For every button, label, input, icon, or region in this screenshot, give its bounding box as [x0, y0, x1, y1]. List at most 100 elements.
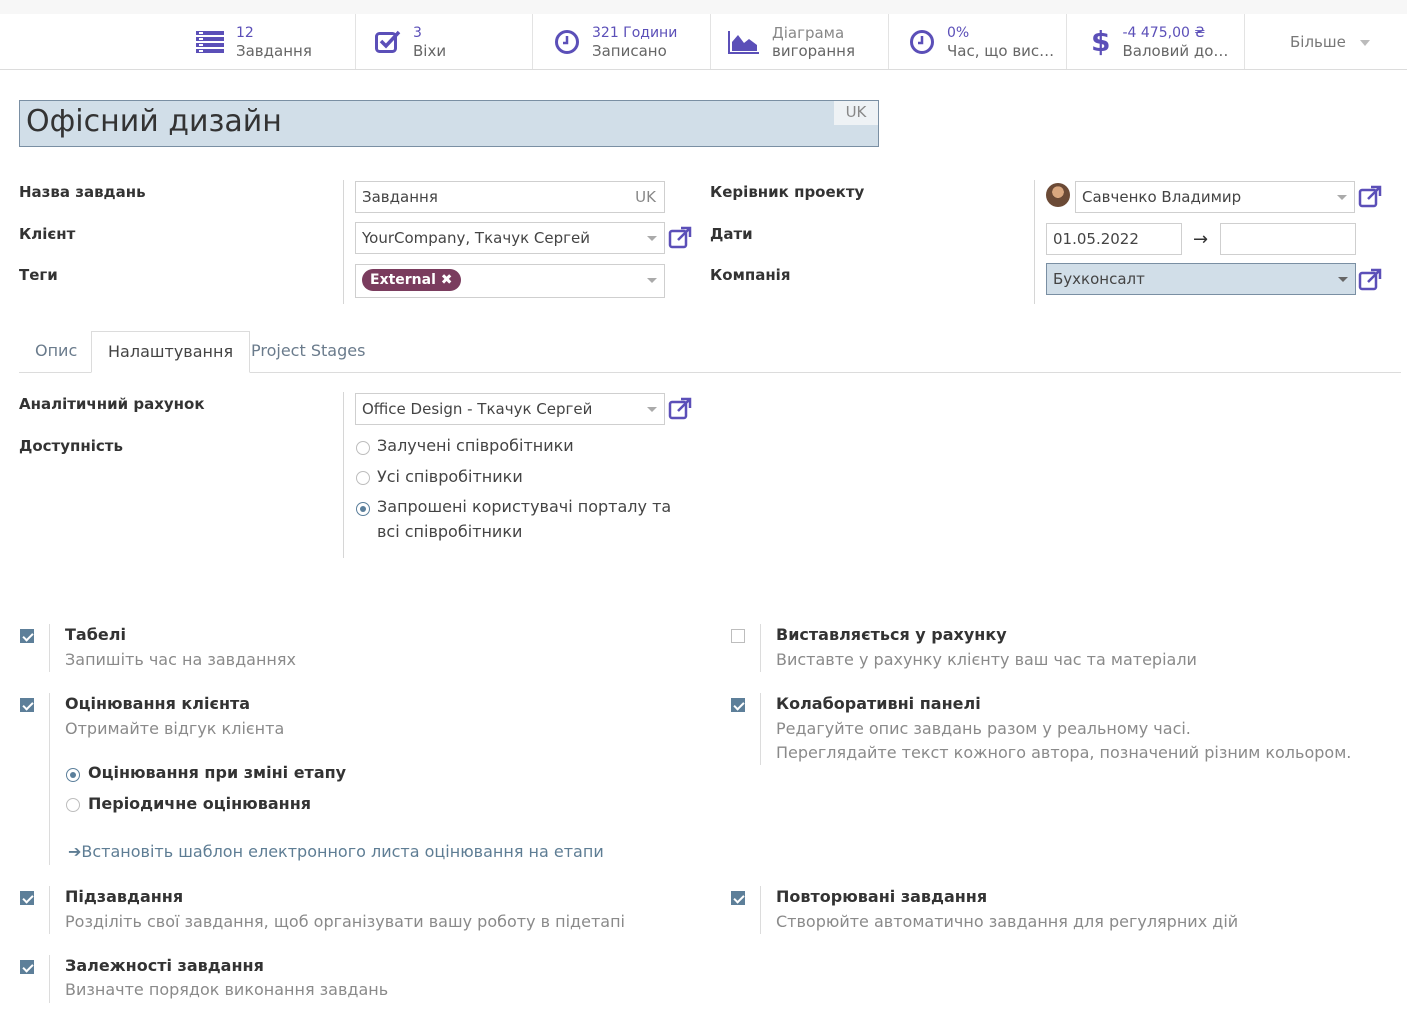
tag-external[interactable]: External ✖	[362, 269, 461, 291]
manager-value: Савченко Владимир	[1082, 188, 1242, 206]
rating-description: Отримайте відгук клієнта	[65, 719, 285, 738]
check-square-icon	[375, 30, 401, 53]
external-link-icon[interactable]	[668, 226, 692, 250]
tab-description[interactable]: Опис	[19, 331, 93, 373]
rating-stage-radio[interactable]	[66, 768, 80, 782]
client-label: Клієнт	[19, 225, 76, 243]
setting-divider	[760, 624, 761, 672]
tags-label: Теги	[19, 266, 58, 284]
timesheets-title: Табелі	[65, 625, 126, 644]
top-strip	[0, 0, 1407, 14]
task-name-label: Назва завдань	[19, 183, 146, 201]
external-link-icon[interactable]	[1358, 268, 1382, 292]
setting-divider	[760, 886, 761, 934]
external-link-icon[interactable]	[1358, 185, 1382, 209]
task-name-input[interactable]: Завдання UK	[355, 181, 665, 213]
chevron-down-icon	[1359, 39, 1370, 46]
setting-divider	[49, 693, 50, 865]
stat-value: 3	[413, 24, 422, 41]
rating-periodic-radio[interactable]	[66, 798, 80, 812]
pads-checkbox[interactable]	[731, 698, 745, 712]
clock-icon	[555, 29, 579, 54]
arrow-right-icon: ➔	[68, 842, 82, 861]
project-title: Офісний дизайн	[26, 104, 282, 139]
date-end-input[interactable]	[1220, 223, 1356, 255]
stat-label: Віхи	[413, 41, 447, 60]
area-chart-icon	[728, 30, 759, 54]
client-select[interactable]: YourCompany, Ткачук Сергей	[355, 222, 665, 254]
billable-title: Виставляється у рахунку	[776, 625, 1007, 644]
visibility-radio-portal[interactable]	[356, 502, 370, 516]
visibility-option-label: Усі співробітники	[377, 467, 523, 486]
recurring-title: Повторювані завдання	[776, 887, 988, 906]
timesheets-checkbox[interactable]	[20, 629, 34, 643]
visibility-label: Доступність	[19, 437, 123, 455]
dollar-icon: $	[1091, 25, 1111, 58]
stat-burndown-button[interactable]: Діаграма вигорання	[711, 14, 889, 69]
rating-template-link[interactable]: ➔Встановіть шаблон електронного листа оц…	[68, 842, 604, 861]
stat-hours-button[interactable]: 321 Години Записано	[533, 14, 711, 69]
dates-label: Дати	[710, 225, 753, 243]
dependencies-title: Залежності завдання	[65, 956, 264, 975]
stat-tasks-button[interactable]: 12 Завдання	[178, 14, 356, 69]
stat-label: Валовий дохід	[1122, 41, 1233, 60]
visibility-option-label: всі співробітники	[377, 522, 523, 541]
pads-description: Переглядайте текст кожного автора, позна…	[776, 743, 1352, 762]
stat-buttons-bar: 12 Завдання 3 Віхи 321 Години Записано Діаг…	[0, 14, 1407, 70]
stat-time-button[interactable]: 0% Час, що вист...	[889, 14, 1067, 69]
setting-divider	[760, 693, 761, 765]
label-divider	[343, 180, 344, 304]
billable-checkbox[interactable]	[731, 629, 745, 643]
client-value: YourCompany, Ткачук Сергей	[362, 229, 590, 247]
subtasks-title: Підзавдання	[65, 887, 184, 906]
rating-option-label: Оцінювання при зміні етапу	[88, 763, 347, 782]
visibility-option-label: Залучені співробітники	[377, 436, 574, 455]
external-link-icon[interactable]	[668, 397, 692, 421]
date-start-input[interactable]: 01.05.2022	[1046, 223, 1182, 255]
company-label: Компанія	[710, 266, 791, 284]
visibility-radio-employees[interactable]	[356, 471, 370, 485]
rating-template-link-label: Встановіть шаблон електронного листа оці…	[81, 842, 604, 861]
visibility-radio-followers[interactable]	[356, 441, 370, 455]
task-name-language-button[interactable]: UK	[635, 182, 656, 212]
date-start-value: 01.05.2022	[1053, 230, 1139, 248]
clock-icon	[910, 29, 934, 54]
dependencies-checkbox[interactable]	[20, 960, 34, 974]
pads-title: Колаборативні панелі	[776, 694, 981, 713]
task-name-value: Завдання	[362, 188, 438, 206]
timesheets-description: Запишіть час на завданнях	[65, 650, 296, 669]
company-value: Бухконсалт	[1053, 270, 1145, 288]
rating-option-label: Періодичне оцінювання	[88, 794, 312, 813]
label-divider	[1034, 180, 1035, 304]
tasks-list-icon	[196, 30, 224, 53]
billable-description: Виставте у рахунку клієнту ваш час та ма…	[776, 650, 1197, 669]
stat-label: Завдання	[236, 41, 312, 60]
setting-divider	[49, 886, 50, 934]
pads-description: Редагуйте опис завдань разом у реальному…	[776, 719, 1191, 738]
project-title-field[interactable]: Офісний дизайн UK	[19, 100, 879, 147]
stat-value: -4 475,00 ₴	[1122, 24, 1206, 41]
visibility-option-label: Запрошені користувачі порталу та	[377, 497, 672, 516]
stat-revenue-button[interactable]: $ -4 475,00 ₴ Валовий дохід	[1067, 14, 1245, 69]
setting-divider	[49, 624, 50, 672]
tags-select[interactable]: External ✖	[355, 264, 665, 298]
manager-label: Керівник проекту	[710, 183, 865, 201]
more-label: Більше	[1290, 33, 1346, 51]
recurring-checkbox[interactable]	[731, 891, 745, 905]
stat-value: Діаграма	[772, 23, 845, 42]
analytic-account-select[interactable]: Office Design - Ткачук Сергей	[355, 393, 665, 425]
more-button[interactable]: Більше	[1290, 33, 1370, 51]
rating-checkbox[interactable]	[20, 698, 34, 712]
manager-select[interactable]: Савченко Владимир	[1075, 181, 1355, 213]
title-language-button[interactable]: UK	[834, 101, 878, 125]
subtasks-description: Розділіть свої завдання, щоб організуват…	[65, 912, 625, 931]
notebook-tabs: Опис Налаштування Project Stages	[19, 331, 1401, 373]
tab-settings[interactable]: Налаштування	[91, 331, 251, 373]
analytic-value: Office Design - Ткачук Сергей	[362, 400, 593, 418]
subtasks-checkbox[interactable]	[20, 891, 34, 905]
stat-value: 12	[236, 24, 254, 41]
arrow-right-icon: →	[1193, 229, 1209, 250]
tab-project-stages[interactable]: Project Stages	[235, 331, 381, 373]
stat-milestones-button[interactable]: 3 Віхи	[356, 14, 533, 69]
company-select[interactable]: Бухконсалт	[1046, 263, 1356, 295]
